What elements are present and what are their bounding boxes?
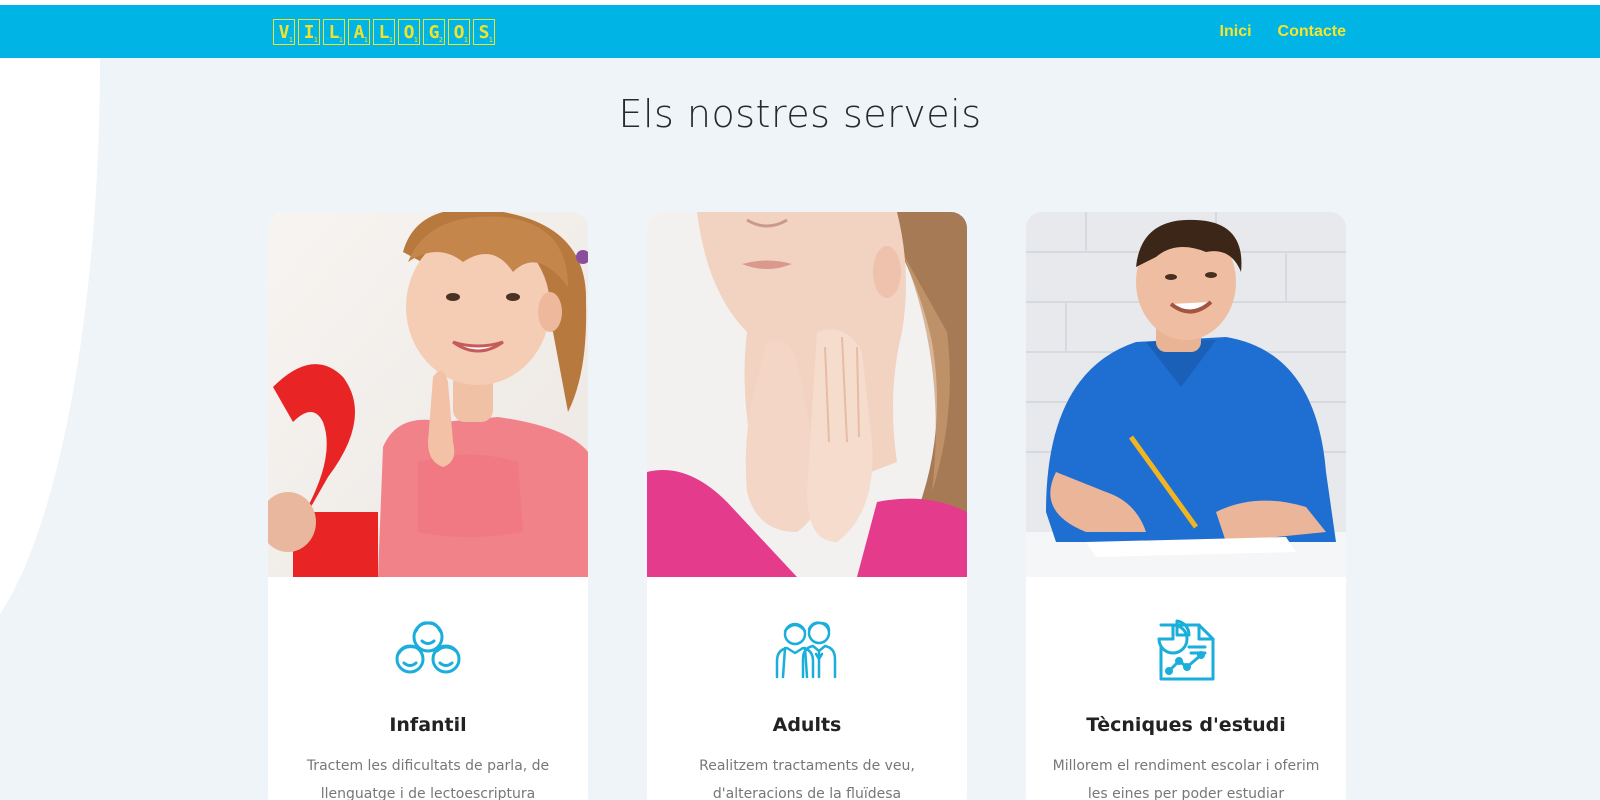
service-card-study-techniques[interactable]: Tècniques d'estudi Millorem el rendiment… [1026, 212, 1346, 800]
card-title: Tècniques d'estudi [1086, 714, 1286, 736]
boy-studying-photo [1026, 212, 1346, 577]
study-report-icon [1026, 617, 1346, 683]
logo-tile: O1 [448, 19, 470, 45]
vilalogos-logo[interactable]: V1 I1 L1 A1 L1 O1 G2 O1 S1 [273, 18, 495, 46]
service-card-adults[interactable]: Adults Realitzem tractaments de veu, d'a… [647, 212, 967, 800]
card-description: Millorem el rendiment escolar i oferim l… [1052, 758, 1320, 800]
main-nav: Inici Contacte [1220, 5, 1346, 58]
logo-tile: S1 [473, 19, 495, 45]
section-title: Els nostres serveis [618, 92, 982, 136]
adults-icon [647, 617, 967, 679]
logo-tile: O1 [398, 19, 420, 45]
nav-link-contacte[interactable]: Contacte [1278, 23, 1346, 41]
children-icon [268, 617, 588, 679]
card-title: Adults [772, 714, 842, 736]
logo-tile: V1 [273, 19, 295, 45]
service-card-infantil[interactable]: Infantil Tractem les dificultats de parl… [268, 212, 588, 800]
logo-tile: G2 [423, 19, 445, 45]
nav-link-inici[interactable]: Inici [1220, 23, 1252, 41]
logo-tile: L1 [323, 19, 345, 45]
woman-photo [647, 212, 967, 577]
child-photo [268, 212, 588, 577]
card-description: Realitzem tractaments de veu, d'alteraci… [699, 758, 915, 800]
site-header: V1 I1 L1 A1 L1 O1 G2 O1 S1 [0, 5, 1600, 58]
card-description: Tractem les dificultats de parla, de lle… [306, 758, 550, 800]
card-title: Infantil [389, 714, 467, 736]
logo-tile: A1 [348, 19, 370, 45]
logo-tile: L1 [373, 19, 395, 45]
logo-tile: I1 [298, 19, 320, 45]
